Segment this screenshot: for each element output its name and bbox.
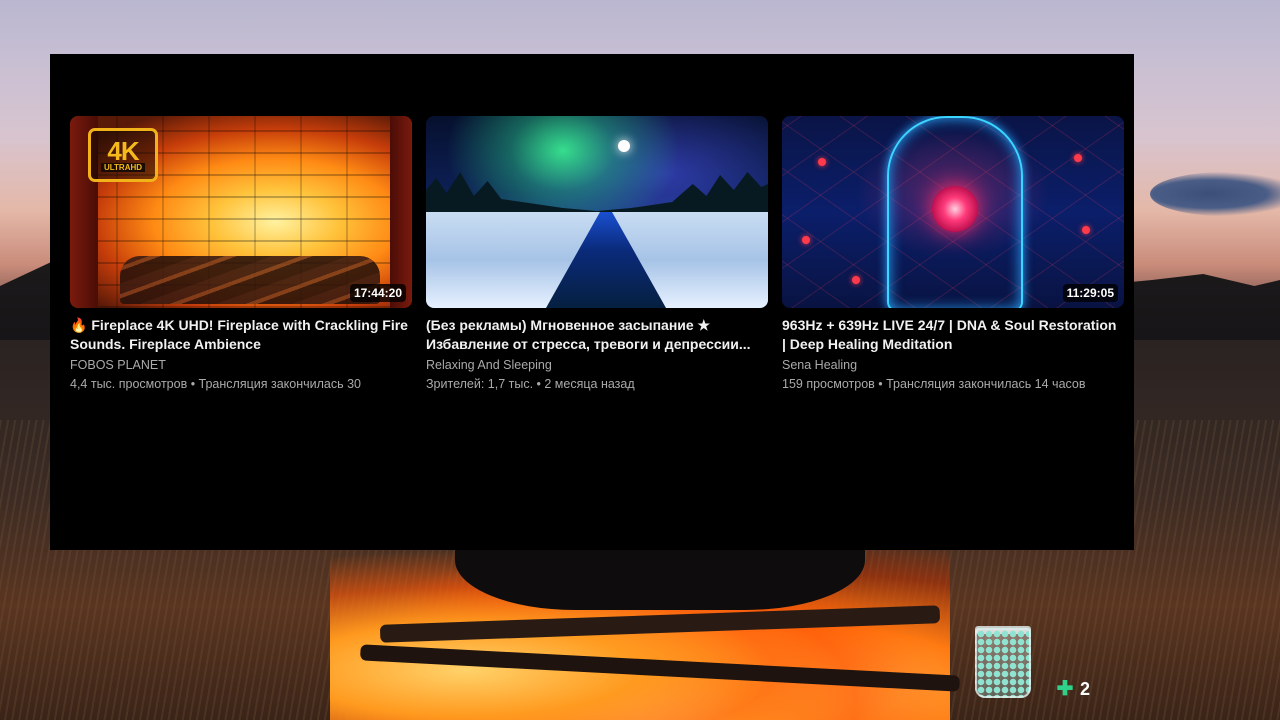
4k-badge: 4K ULTRAHD: [88, 128, 158, 182]
glow-dot: [1082, 226, 1090, 234]
puzzle-icon: ✚: [1056, 678, 1074, 700]
duration-badge: 11:29:05: [1062, 284, 1118, 302]
counter-value: 2: [1080, 678, 1091, 699]
video-meta: 159 просмотров • Трансляция закончилась …: [782, 377, 1086, 391]
video-meta: Зрителей: 1,7 тыс. • 2 месяца назад: [426, 377, 635, 391]
extension-counter[interactable]: ✚ 2: [1054, 678, 1090, 700]
cooking-pot: [455, 548, 865, 610]
glow-dot: [818, 158, 826, 166]
duration-badge: 17:44:20: [349, 284, 406, 302]
video-title[interactable]: 963Hz + 639Hz LIVE 24/7 | DNA & Soul Res…: [782, 316, 1124, 354]
video-thumbnail[interactable]: 11:29:05: [782, 116, 1124, 308]
video-title[interactable]: (Без рекламы) Мгновенное засыпание ★ Изб…: [426, 316, 768, 354]
video-card[interactable]: 11:29:05 963Hz + 639Hz LIVE 24/7 | DNA &…: [782, 116, 1124, 394]
video-card[interactable]: 4K ULTRAHD 17:44:20 🔥 Fireplace 4K UHD! …: [70, 116, 412, 394]
video-thumbnail[interactable]: [426, 116, 768, 308]
video-title[interactable]: 🔥 Fireplace 4K UHD! Fireplace with Crack…: [70, 316, 412, 354]
badge-ultrahd-text: ULTRAHD: [100, 162, 146, 172]
channel-name[interactable]: Sena Healing: [782, 356, 1124, 375]
moon-image: [618, 140, 630, 152]
video-thumbnail[interactable]: 4K ULTRAHD 17:44:20: [70, 116, 412, 308]
heart-image: [932, 186, 978, 232]
glow-dot: [802, 236, 810, 244]
glow-dot: [1074, 154, 1082, 162]
glow-dot: [852, 276, 860, 284]
badge-4k-text: 4K: [107, 135, 139, 166]
video-card[interactable]: (Без рекламы) Мгновенное засыпание ★ Изб…: [426, 116, 768, 394]
video-meta: 4,4 тыс. просмотров • Трансляция закончи…: [70, 377, 362, 391]
channel-name[interactable]: Relaxing And Sleeping: [426, 356, 768, 375]
logs-image: [120, 256, 380, 304]
channel-name[interactable]: FOBOS PLANET: [70, 356, 412, 375]
end-screen-panel: 4K ULTRAHD 17:44:20 🔥 Fireplace 4K UHD! …: [50, 54, 1134, 550]
candy-jar-icon[interactable]: [975, 628, 1031, 698]
